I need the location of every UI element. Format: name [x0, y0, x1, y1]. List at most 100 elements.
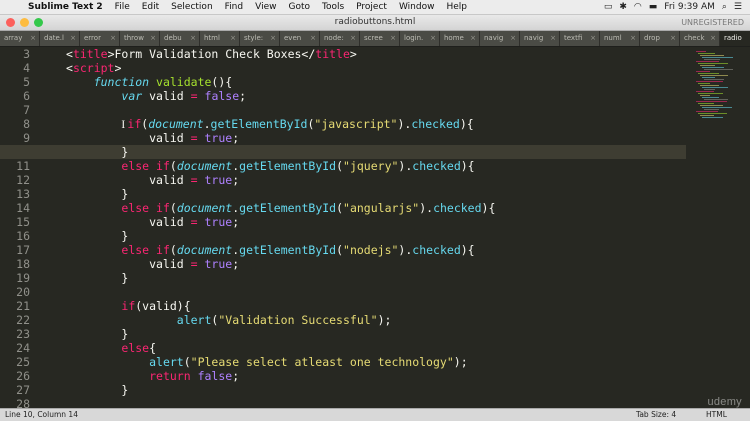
menu-item-selection[interactable]: Selection — [165, 0, 218, 14]
tab-navig[interactable]: navig × — [520, 31, 560, 46]
wifi-icon[interactable]: ◠ — [634, 2, 642, 12]
menu-item-window[interactable]: Window — [393, 0, 441, 14]
tab-login[interactable]: login. × — [400, 31, 440, 46]
code-token: document — [176, 159, 233, 173]
tab-debu[interactable]: debu × — [160, 31, 200, 46]
code-token: checked — [412, 159, 461, 173]
menu-item-find[interactable]: Find — [219, 0, 249, 14]
code-line[interactable]: return false; — [66, 369, 686, 383]
bluetooth-icon[interactable]: ✱ — [619, 2, 627, 12]
clock[interactable]: Fri 9:39 AM — [664, 2, 715, 12]
code-line[interactable]: else if(document.getElementById("angular… — [66, 201, 686, 215]
code-token: ( — [169, 201, 177, 215]
minimap[interactable] — [690, 47, 750, 408]
tab-label: html — [204, 34, 220, 42]
tab-textfi[interactable]: textfi × — [560, 31, 600, 46]
tab-close-icon[interactable]: × — [670, 31, 676, 46]
code-area[interactable]: <title>Form Validation Check Boxes</titl… — [0, 47, 686, 408]
menu-item-view[interactable]: View — [249, 0, 282, 14]
syntax-selector[interactable]: HTML — [706, 409, 727, 421]
code-line[interactable]: valid = true; — [66, 173, 686, 187]
display-icon[interactable]: ▭ — [604, 2, 613, 12]
tab-array[interactable]: array × — [0, 31, 40, 46]
code-token: } — [66, 271, 129, 285]
menu-item-tools[interactable]: Tools — [316, 0, 350, 14]
code-line[interactable]: valid = true; — [66, 131, 686, 145]
list-icon[interactable]: ☰ — [734, 2, 742, 12]
tab-radio[interactable]: radio× — [720, 31, 750, 46]
tab-even[interactable]: even × — [280, 31, 320, 46]
menu-item-sublime-text-2[interactable]: Sublime Text 2 — [22, 0, 109, 14]
tab-close-icon[interactable]: × — [110, 31, 116, 46]
menu-item-goto[interactable]: Goto — [282, 0, 316, 14]
code-editor[interactable]: 3 4 5 6 7 8 9 10 11 12 13 14 15 16 17 18 19 20 21 22 23 24 25 2… — [0, 47, 750, 408]
tab-close-icon[interactable]: × — [470, 31, 476, 46]
code-line[interactable]: else if(document.getElementById("jquery"… — [66, 159, 686, 173]
code-line[interactable]: <script> — [66, 61, 686, 75]
code-line[interactable]: } — [66, 383, 686, 397]
tab-close-icon[interactable]: × — [310, 31, 316, 46]
tab-throw[interactable]: throw × — [120, 31, 160, 46]
tab-close-icon[interactable]: × — [230, 31, 236, 46]
tab-close-icon[interactable]: × — [590, 31, 596, 46]
code-token: valid — [66, 173, 191, 187]
line-number: 4 — [23, 61, 30, 75]
code-line[interactable]: } — [66, 187, 686, 201]
code-line[interactable]: } — [66, 229, 686, 243]
code-line[interactable]: valid = true; — [66, 215, 686, 229]
menu-item-file[interactable]: File — [109, 0, 136, 14]
code-line[interactable]: } — [66, 271, 686, 285]
menu-items: Sublime Text 2 File Edit Selection Find View G… — [22, 0, 473, 14]
tab-drop[interactable]: drop × — [640, 31, 680, 46]
tab-node[interactable]: node: × — [320, 31, 360, 46]
tab-html[interactable]: html × — [200, 31, 240, 46]
tab-close-icon[interactable]: × — [270, 31, 276, 46]
menu-item-project[interactable]: Project — [350, 0, 393, 14]
tab-close-icon[interactable]: × — [550, 31, 556, 46]
code-line[interactable]: var valid = false; — [66, 89, 686, 103]
code-line[interactable]: valid = true; — [66, 257, 686, 271]
tab-error[interactable]: error × — [80, 31, 120, 46]
code-line[interactable] — [66, 285, 686, 299]
code-line[interactable]: alert("Validation Successful"); — [66, 313, 686, 327]
tab-size-selector[interactable]: Tab Size: 4 — [636, 409, 676, 421]
code-line[interactable]: } — [0, 145, 686, 159]
tab-datel[interactable]: date.l × — [40, 31, 80, 46]
code-line[interactable]: <title>Form Validation Check Boxes</titl… — [66, 47, 686, 61]
code-token: true — [204, 173, 233, 187]
tab-close-icon[interactable]: × — [510, 31, 516, 46]
code-line[interactable] — [66, 103, 686, 117]
tab-close-icon[interactable]: × — [70, 31, 76, 46]
code-line[interactable]: if(valid){ — [66, 299, 686, 313]
code-line[interactable]: else if(document.getElementById("nodejs"… — [66, 243, 686, 257]
tab-close-icon[interactable]: × — [430, 31, 436, 46]
tab-close-icon[interactable]: × — [710, 31, 716, 46]
tab-close-icon[interactable]: × — [150, 31, 156, 46]
tab-navig[interactable]: navig × — [480, 31, 520, 46]
menu-bar-status: ▭ ✱ ◠ ▬ Fri 9:39 AM ⌕ ☰ — [604, 2, 750, 12]
menu-item-help[interactable]: Help — [440, 0, 473, 14]
tab-close-icon[interactable]: × — [630, 31, 636, 46]
tab-scree[interactable]: scree × — [360, 31, 400, 46]
tab-style[interactable]: style: × — [240, 31, 280, 46]
tab-check[interactable]: check × — [680, 31, 720, 46]
code-line[interactable]: alert("Please select atleast one technol… — [66, 355, 686, 369]
code-token: ; — [232, 369, 240, 383]
tab-numl[interactable]: numl × — [600, 31, 640, 46]
code-line[interactable]: } — [66, 327, 686, 341]
tab-close-icon[interactable]: × — [190, 31, 196, 46]
tab-home[interactable]: home × — [440, 31, 480, 46]
battery-icon[interactable]: ▬ — [649, 2, 658, 12]
code-line[interactable]: function validate(){ — [66, 75, 686, 89]
tab-close-icon[interactable]: × — [390, 31, 396, 46]
tab-close-icon[interactable]: × — [350, 31, 356, 46]
tab-close-icon[interactable]: × — [30, 31, 36, 46]
menu-item-edit[interactable]: Edit — [136, 0, 165, 14]
code-line[interactable]: else{ — [66, 341, 686, 355]
search-icon[interactable]: ⌕ — [722, 2, 727, 12]
code-line[interactable]: Iif(document.getElementById("javascript"… — [66, 117, 686, 131]
code-token: else — [121, 201, 150, 215]
code-line[interactable] — [66, 397, 686, 408]
